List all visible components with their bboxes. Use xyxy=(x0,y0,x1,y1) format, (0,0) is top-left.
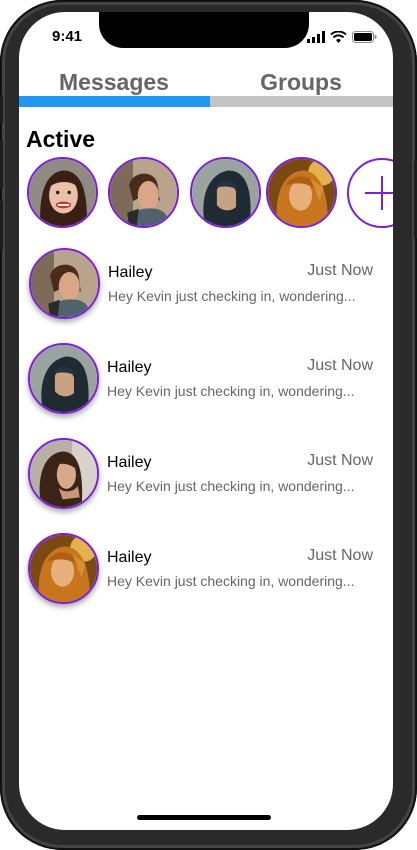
active-section-title: Active xyxy=(26,126,96,152)
active-user-avatar[interactable] xyxy=(266,157,337,228)
chat-timestamp: Just Now xyxy=(307,262,373,279)
chat-avatar xyxy=(28,438,99,509)
hooded-person-photo xyxy=(192,159,259,226)
chat-message-preview: Hey Kevin just checking in, wondering... xyxy=(108,288,356,304)
active-user-avatar[interactable] xyxy=(27,157,98,228)
chat-message-preview: Hey Kevin just checking in, wondering... xyxy=(107,573,355,589)
chat-message-preview: Hey Kevin just checking in, wondering... xyxy=(107,383,355,399)
woman-golden-light-photo xyxy=(268,159,335,226)
active-user-avatar[interactable] xyxy=(190,157,261,228)
chat-list-item[interactable]: Hailey Just Now Hey Kevin just checking … xyxy=(19,343,393,423)
tab-indicator-active xyxy=(19,96,210,107)
mute-switch xyxy=(0,95,3,123)
woman-smiling-photo xyxy=(29,159,96,226)
chat-contact-name: Hailey xyxy=(108,264,153,281)
chat-message-preview: Hey Kevin just checking in, wondering... xyxy=(107,478,355,494)
chat-contact-name: Hailey xyxy=(107,549,152,566)
phone-frame: 9:41 Messages Groups Active Hailey Just … xyxy=(0,0,417,850)
phone-screen: 9:41 Messages Groups Active Hailey Just … xyxy=(19,12,393,830)
chat-timestamp: Just Now xyxy=(307,547,373,564)
chat-avatar xyxy=(29,248,100,319)
woman-ponytail-photo xyxy=(110,159,177,226)
status-icons xyxy=(307,30,377,44)
chat-avatar xyxy=(28,533,99,604)
volume-up-button xyxy=(0,140,3,190)
hooded-person-photo xyxy=(30,345,97,412)
woman-golden-light-photo xyxy=(30,535,97,602)
chat-list-item[interactable]: Hailey Just Now Hey Kevin just checking … xyxy=(19,248,393,328)
plus-icon xyxy=(365,176,393,210)
volume-down-button xyxy=(0,200,3,250)
chat-contact-name: Hailey xyxy=(107,359,152,376)
battery-icon xyxy=(352,31,377,43)
status-time: 9:41 xyxy=(52,28,83,45)
woman-long-hair-photo xyxy=(30,440,97,507)
chat-list-item[interactable]: Hailey Just Now Hey Kevin just checking … xyxy=(19,533,393,613)
tab-groups[interactable]: Groups xyxy=(209,64,393,100)
active-user-avatar[interactable] xyxy=(108,157,179,228)
tab-messages[interactable]: Messages xyxy=(19,64,209,100)
woman-ponytail-photo xyxy=(31,250,98,317)
wifi-icon xyxy=(330,31,347,43)
home-indicator[interactable] xyxy=(137,815,271,820)
chat-timestamp: Just Now xyxy=(307,452,373,469)
add-active-button[interactable] xyxy=(347,158,393,228)
notch xyxy=(99,12,309,48)
chat-timestamp: Just Now xyxy=(307,357,373,374)
chat-contact-name: Hailey xyxy=(107,454,152,471)
tab-indicator-track xyxy=(19,96,393,107)
signal-icon xyxy=(307,31,325,43)
chat-list-item[interactable]: Hailey Just Now Hey Kevin just checking … xyxy=(19,438,393,518)
chat-avatar xyxy=(28,343,99,414)
